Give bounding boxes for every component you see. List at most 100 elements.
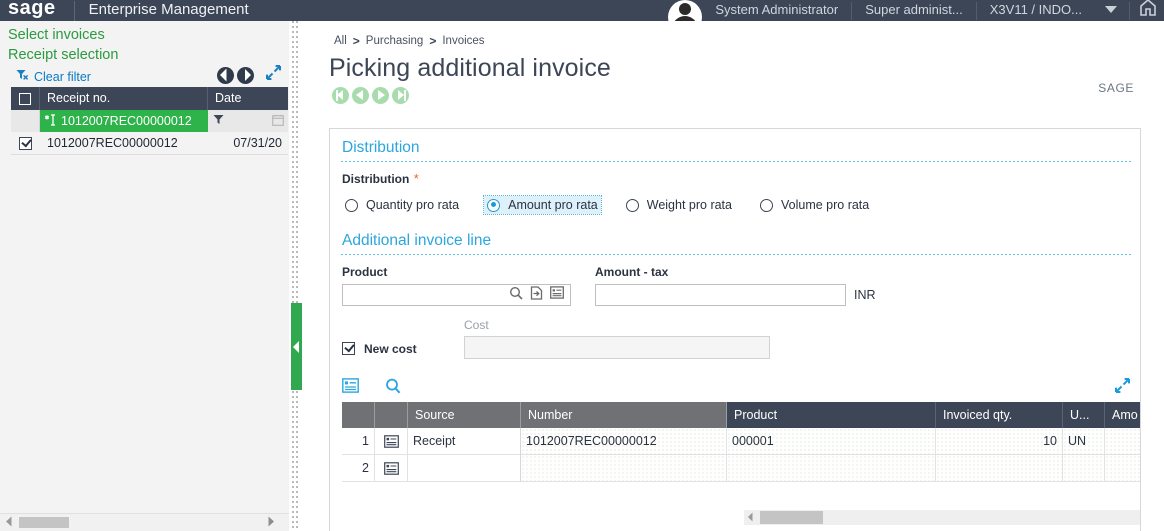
calendar-icon[interactable]	[272, 114, 284, 129]
column-header-number[interactable]: Number	[521, 402, 727, 428]
table-row[interactable]: 2	[342, 455, 1140, 482]
panel-title: Select invoices	[8, 27, 105, 43]
sidebar-nav-cluster	[217, 65, 281, 85]
column-header-product[interactable]: Product	[727, 402, 936, 428]
scroll-left-arrow-icon[interactable]	[5, 514, 13, 531]
select-all-checkbox[interactable]	[19, 92, 31, 105]
row-detail-icon[interactable]	[375, 455, 408, 482]
cell-number[interactable]	[521, 455, 727, 482]
last-record-button[interactable]	[392, 87, 409, 104]
section-title-additional-invoice-line: Additional invoice line	[342, 232, 492, 249]
product-input[interactable]	[342, 284, 571, 306]
breadcrumb-item-all[interactable]: All	[334, 35, 347, 47]
record-navigation-bar	[303, 83, 1164, 104]
circle-left-arrow-icon[interactable]	[217, 66, 234, 84]
cell-amount[interactable]	[1105, 428, 1140, 455]
radio-button-icon[interactable]	[487, 198, 501, 212]
radio-option-weight-pro-rata[interactable]: Weight pro rata	[623, 196, 735, 214]
splitter-dots	[296, 21, 298, 531]
filter-row-spacer	[11, 110, 40, 132]
collapse-left-chevron-icon[interactable]	[291, 303, 302, 390]
scroll-left-arrow-icon[interactable]	[747, 509, 754, 527]
search-icon[interactable]	[509, 286, 523, 305]
radio-button-icon[interactable]	[345, 198, 358, 212]
product-name: Enterprise Management	[88, 0, 249, 18]
grid-header-row: Source Number Product Invoiced qty. U...…	[342, 402, 1140, 428]
date-filter-cell[interactable]	[208, 110, 288, 132]
sage-logo[interactable]: sage	[0, 0, 56, 19]
grid-header-row: Receipt no. Date	[11, 87, 288, 110]
cell-invoiced-qty[interactable]: 10	[936, 428, 1063, 455]
radio-label: Volume pro rata	[780, 198, 870, 212]
cell-row-index: 2	[342, 455, 375, 482]
cell-unit[interactable]	[1063, 455, 1105, 482]
required-marker: *	[413, 171, 419, 186]
cell-number[interactable]: 1012007REC00000012	[521, 428, 727, 455]
row-select-cell[interactable]	[11, 136, 40, 150]
column-header-rowicon	[375, 402, 408, 428]
amount-tax-input[interactable]	[595, 284, 846, 306]
user-name-label[interactable]: System Administrator	[702, 2, 851, 17]
grid-bottom-divider	[11, 154, 288, 155]
cell-source: Receipt	[408, 428, 521, 455]
user-role-label[interactable]: Super administ...	[852, 2, 976, 17]
folder-selector-label[interactable]: X3V11 / INDO...	[977, 2, 1095, 17]
jump-to-record-icon[interactable]	[530, 285, 543, 305]
radio-option-amount-pro-rata[interactable]: Amount pro rata	[483, 195, 602, 215]
column-header-index	[342, 402, 375, 428]
chevron-down-icon[interactable]	[1105, 6, 1117, 13]
cell-product[interactable]	[727, 455, 936, 482]
expand-diagonal-icon[interactable]	[1115, 378, 1130, 398]
breadcrumb-separator: >	[429, 34, 437, 48]
panel-splitter[interactable]	[289, 21, 303, 531]
grid-toolbar	[330, 377, 1140, 399]
select-all-header-cell[interactable]	[11, 87, 40, 110]
cost-input	[464, 336, 770, 359]
row-detail-icon[interactable]	[375, 428, 408, 455]
column-header-receipt-no[interactable]: Receipt no.	[40, 87, 208, 110]
clear-filter-button[interactable]: Clear filter	[34, 70, 91, 84]
cell-invoiced-qty[interactable]	[936, 455, 1063, 482]
radio-label: Weight pro rata	[646, 198, 732, 212]
table-row[interactable]: 1 Receipt 1012007REC00000012 000001 10 U…	[342, 428, 1140, 455]
expand-diagonal-icon[interactable]	[266, 65, 281, 85]
grid-detail-icon[interactable]	[342, 378, 359, 398]
home-icon[interactable]	[1138, 0, 1158, 21]
column-header-invoiced-qty[interactable]: Invoiced qty.	[936, 402, 1063, 428]
previous-record-button[interactable]	[352, 87, 369, 104]
grid-horizontal-scrollbar[interactable]	[744, 509, 1140, 527]
funnel-icon[interactable]	[213, 114, 224, 128]
circle-right-arrow-icon[interactable]	[237, 66, 254, 84]
filter-clear-icon[interactable]	[16, 68, 29, 86]
selection-list-icon[interactable]	[550, 286, 564, 304]
sidebar-horizontal-scrollbar[interactable]	[0, 513, 289, 531]
cell-unit[interactable]: UN	[1063, 428, 1105, 455]
breadcrumb-item-purchasing[interactable]: Purchasing	[366, 35, 424, 47]
scroll-right-arrow-icon[interactable]	[267, 514, 275, 531]
page-title: Picking additional invoice	[329, 54, 611, 82]
first-record-button[interactable]	[332, 87, 349, 104]
new-cost-checkbox[interactable]	[342, 342, 355, 355]
new-cost-row: New cost Cost	[330, 306, 1140, 359]
cell-product[interactable]: 000001	[727, 428, 936, 455]
table-row[interactable]: 1012007REC00000012 07/31/20	[11, 132, 288, 154]
grid-search-icon[interactable]	[385, 378, 401, 399]
column-header-source[interactable]: Source	[408, 402, 521, 428]
column-header-date[interactable]: Date	[208, 87, 288, 110]
receipt-no-filter-cell[interactable]: 1012007REC00000012	[40, 110, 208, 132]
radio-option-quantity-pro-rata[interactable]: Quantity pro rata	[342, 196, 462, 214]
scrollbar-thumb[interactable]	[760, 511, 823, 524]
radio-option-volume-pro-rata[interactable]: Volume pro rata	[757, 196, 872, 214]
cell-source	[408, 455, 521, 482]
cell-amount[interactable]	[1105, 455, 1140, 482]
radio-button-icon[interactable]	[625, 198, 639, 212]
row-checkbox[interactable]	[19, 136, 32, 150]
column-header-unit[interactable]: U...	[1063, 402, 1105, 428]
breadcrumb-item-invoices[interactable]: Invoices	[442, 35, 484, 47]
next-record-button[interactable]	[372, 87, 389, 104]
receipt-no-filter-value: 1012007REC00000012	[61, 114, 192, 128]
new-cost-checkbox-group[interactable]: New cost	[330, 338, 464, 359]
column-header-amount[interactable]: Amo	[1105, 402, 1140, 428]
radio-button-icon[interactable]	[759, 198, 773, 212]
scrollbar-thumb[interactable]	[19, 517, 69, 528]
